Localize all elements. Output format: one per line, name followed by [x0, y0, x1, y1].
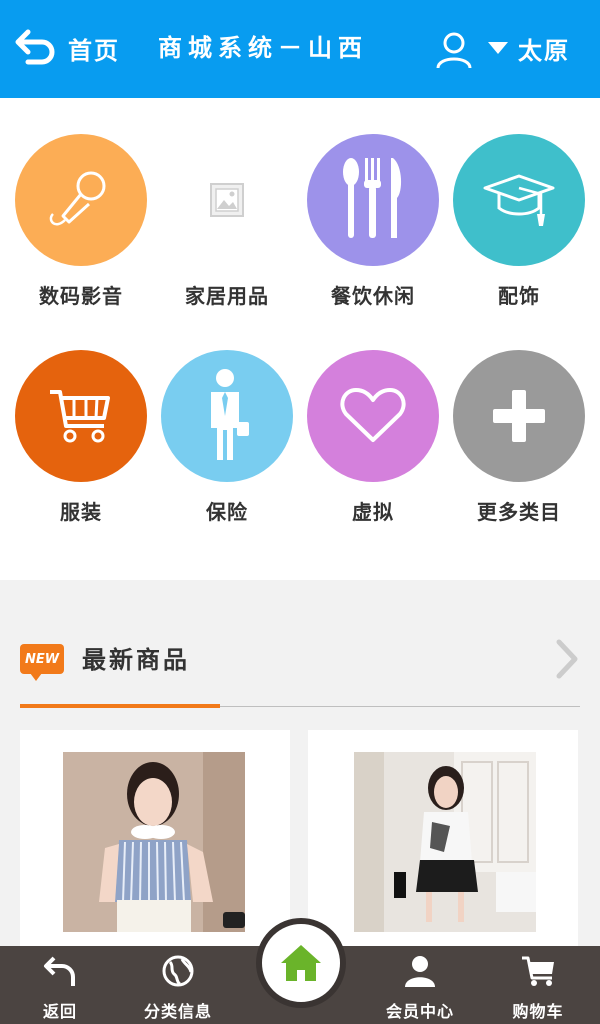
nav-label: 分类信息: [143, 1002, 212, 1021]
section-title: 最新商品: [82, 646, 190, 674]
city-selector[interactable]: 太原: [488, 30, 570, 66]
page-title: 商城系统－山西: [158, 34, 368, 62]
caret-down-icon: [488, 42, 508, 54]
home-label: 首页: [68, 36, 120, 65]
nav-member-center[interactable]: 会员中心: [360, 946, 480, 1024]
product-card[interactable]: [308, 730, 578, 960]
category-label: 数码影音: [39, 284, 123, 308]
microphone-icon: [15, 134, 147, 266]
nav-category-info[interactable]: 分类信息: [118, 946, 238, 1024]
new-products-header: NEW 最新商品: [20, 636, 580, 686]
category-item-insurance[interactable]: 保险: [154, 350, 300, 540]
product-card[interactable]: [20, 730, 290, 960]
category-item-home[interactable]: 家居用品: [154, 134, 300, 324]
nav-label: 购物车: [512, 1002, 564, 1021]
plus-icon: [453, 350, 585, 482]
product-photo-woman-white-tee-skirt: [354, 752, 536, 932]
image-placeholder-icon: [161, 134, 293, 266]
businessman-icon: [161, 350, 293, 482]
category-item-clothing[interactable]: 服装: [8, 350, 154, 540]
user-icon: [405, 956, 435, 987]
nav-label: 返回: [42, 1002, 77, 1021]
category-item-dining[interactable]: 餐饮休闲: [300, 134, 446, 324]
category-label: 虚拟: [352, 500, 394, 524]
city-label: 太原: [518, 36, 570, 65]
back-arrow-icon: [15, 29, 55, 65]
chevron-right-icon[interactable]: [554, 638, 580, 680]
product-photo-woman-striped-top: [63, 752, 245, 932]
nav-label: 会员中心: [385, 1002, 454, 1021]
category-label: 餐饮休闲: [331, 284, 415, 308]
category-label: 家居用品: [185, 284, 269, 308]
nav-back[interactable]: 返回: [0, 946, 120, 1024]
category-label: 服装: [60, 500, 102, 524]
top-bar: 首页 商城系统－山西 太原: [0, 0, 600, 98]
back-arrow-icon: [44, 956, 75, 986]
category-grid: 数码影音 家居用品 餐饮休闲 配饰 服装 保险 虚拟 更多类目: [0, 98, 600, 580]
shopping-cart-icon: [522, 956, 554, 986]
category-item-digital[interactable]: 数码影音: [8, 134, 154, 324]
globe-icon: [162, 955, 194, 987]
cutlery-icon: [307, 134, 439, 266]
nav-cart[interactable]: 购物车: [478, 946, 598, 1024]
category-label: 配饰: [498, 284, 540, 308]
home-icon: [281, 945, 321, 981]
section-divider-accent: [20, 704, 220, 708]
heart-icon: [307, 350, 439, 482]
new-badge: NEW: [20, 644, 64, 681]
user-icon[interactable]: [434, 30, 474, 70]
home-button[interactable]: [256, 918, 346, 1008]
shopping-cart-icon: [15, 350, 147, 482]
category-label: 保险: [206, 500, 248, 524]
category-item-virtual[interactable]: 虚拟: [300, 350, 446, 540]
category-label: 更多类目: [477, 500, 561, 524]
graduation-cap-icon: [453, 134, 585, 266]
category-item-accessories[interactable]: 配饰: [446, 134, 592, 324]
category-item-more[interactable]: 更多类目: [446, 350, 592, 540]
home-back-button[interactable]: 首页: [14, 26, 120, 70]
